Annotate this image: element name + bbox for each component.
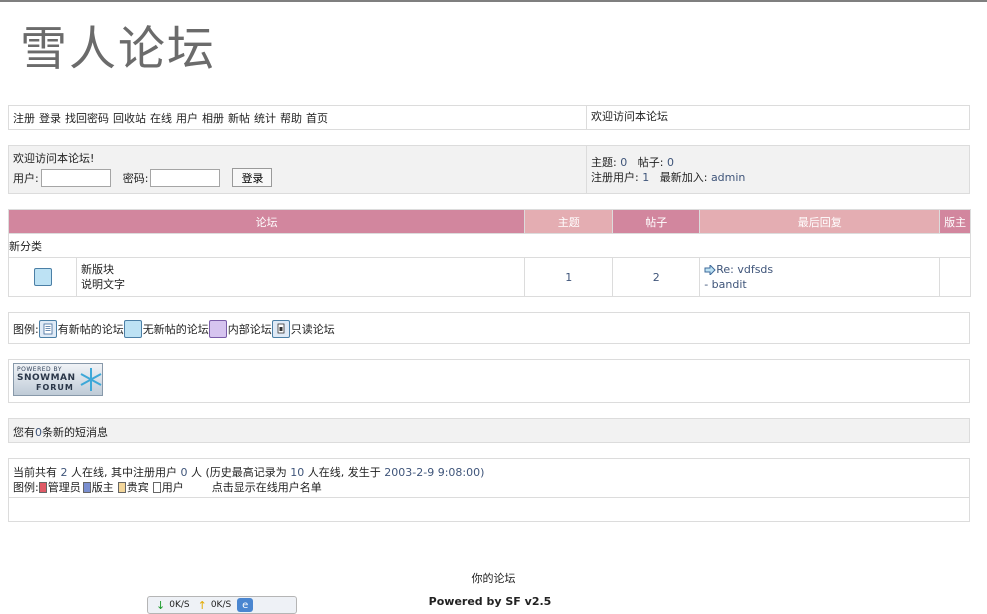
message-suffix-link[interactable]: 条新的短消息 xyxy=(42,426,108,439)
show-online-list-link[interactable]: 点击显示在线用户名单 xyxy=(212,479,322,495)
admin-icon xyxy=(38,481,47,493)
network-speed-widget: ↓ 0K/S ↑ 0K/S e xyxy=(147,596,297,614)
forum-topics-count: 1 xyxy=(524,257,614,297)
posts-count: 0 xyxy=(666,156,674,169)
posts-column-header: 帖子 xyxy=(612,209,701,234)
forum-name-link[interactable]: 新版块 xyxy=(81,262,524,277)
nav-links: 注册 登录 找回密码 回收站 在线 用户 相册 新帖 统计 帮助 首页 xyxy=(13,110,332,126)
arrow-right-icon xyxy=(704,264,716,275)
last-reply-author[interactable]: - bandit xyxy=(704,277,939,292)
login-panel: 欢迎访问本论坛! 用户: 密码: 登录 主题: 0 帖子: 0 注册用户: 1 … xyxy=(8,145,970,194)
registered-users-count: 1 xyxy=(642,171,650,184)
nav-login-link[interactable]: 登录 xyxy=(39,112,61,125)
forum-row: 新版块 说明文字 1 2 Re: vdfsds - bandit xyxy=(8,257,971,297)
nav-statistics-link[interactable]: 统计 xyxy=(254,112,276,125)
legend-readonly-text: 只读论坛 xyxy=(290,323,335,336)
login-welcome: 欢迎访问本论坛! xyxy=(13,152,95,165)
upload-arrow-icon: ↑ xyxy=(197,598,207,612)
snowflake-icon xyxy=(80,368,102,391)
powered-by-snowman-badge[interactable]: POWERED BY SNOWMAN FORUM xyxy=(13,363,103,396)
legend-internal-text: 内部论坛 xyxy=(227,323,272,336)
nav-home-link[interactable]: 首页 xyxy=(306,112,328,125)
online-total: 2 xyxy=(60,466,68,479)
moderator-column-header: 版主 xyxy=(939,209,971,234)
message-count: 0 xyxy=(35,426,42,439)
forum-table: 论坛 主题 帖子 最后回复 版主 新分类 新版块 说明文字 1 2 Re: vd… xyxy=(7,209,971,297)
download-arrow-icon: ↓ xyxy=(156,598,166,612)
site-logo: 雪人论坛 xyxy=(20,22,216,77)
username-label: 用户: xyxy=(13,171,39,185)
user-icon xyxy=(152,481,161,493)
posts-label: 帖子: xyxy=(637,156,664,169)
moderator-icon xyxy=(82,481,91,493)
nav-album-link[interactable]: 相册 xyxy=(202,112,224,125)
password-label: 密码: xyxy=(122,171,149,185)
nav-welcome-text: 欢迎访问本论坛 xyxy=(586,106,668,129)
nav-new-posts-link[interactable]: 新帖 xyxy=(228,112,250,125)
last-reply-cell: Re: vdfsds - bandit xyxy=(699,257,941,297)
no-new-posts-icon xyxy=(33,268,52,286)
topics-count: 0 xyxy=(620,156,628,169)
online-users-panel: 当前共有 2 人在线, 其中注册用户 0 人 (历史最高记录为 10 人在线, … xyxy=(8,458,970,522)
newest-member-label: 最新加入: xyxy=(659,171,708,184)
forum-stats: 主题: 0 帖子: 0 注册用户: 1 最新加入: admin xyxy=(586,146,745,193)
forum-posts-count: 2 xyxy=(612,257,701,297)
forum-table-header: 论坛 主题 帖子 最后回复 版主 xyxy=(7,209,971,234)
legend-label: 图例: xyxy=(13,323,39,336)
readonly-forum-icon xyxy=(271,320,290,338)
forum-moderator-cell xyxy=(939,257,971,297)
powered-badge-box: POWERED BY SNOWMAN FORUM xyxy=(8,359,970,403)
last-reply-link[interactable]: Re: vdfsds xyxy=(716,262,773,277)
topics-label: 主题: xyxy=(591,156,617,169)
legend-new-posts-text: 有新帖的论坛 xyxy=(57,323,124,336)
new-posts-icon xyxy=(38,320,57,338)
login-button[interactable]: 登录 xyxy=(232,168,273,187)
forum-status-cell xyxy=(8,257,77,297)
message-bar: 您有0条新的短消息 xyxy=(8,418,970,443)
username-input[interactable] xyxy=(40,168,111,187)
registered-users-label: 注册用户: xyxy=(591,171,639,184)
browser-icon[interactable]: e xyxy=(237,598,254,612)
newest-member-link[interactable]: admin xyxy=(711,171,745,184)
no-new-posts-icon xyxy=(123,320,142,338)
password-input[interactable] xyxy=(150,168,221,187)
top-border xyxy=(0,0,987,2)
download-speed: 0K/S xyxy=(169,600,190,610)
online-registered: 0 xyxy=(180,466,188,479)
category-name[interactable]: 新分类 xyxy=(8,233,971,258)
online-max: 10 xyxy=(290,466,305,479)
forum-legend: 图例: 有新帖的论坛 无新帖的论坛 内部论坛 只读论坛 xyxy=(8,312,970,344)
nav-recover-password-link[interactable]: 找回密码 xyxy=(65,112,109,125)
nav-recycle-bin-link[interactable]: 回收站 xyxy=(113,112,146,125)
forum-column-header: 论坛 xyxy=(7,209,526,234)
forum-description: 说明文字 xyxy=(81,278,125,291)
legend-no-new-posts-text: 无新帖的论坛 xyxy=(142,323,209,336)
nav-register-link[interactable]: 注册 xyxy=(13,112,35,125)
topics-column-header: 主题 xyxy=(524,209,614,234)
online-legend-label: 图例: xyxy=(13,481,39,494)
message-prefix: 您有 xyxy=(13,426,35,439)
nav-online-link[interactable]: 在线 xyxy=(150,112,172,125)
footer-forum-name: 你的论坛 xyxy=(471,572,516,585)
category-row: 新分类 xyxy=(8,233,971,258)
nav-users-link[interactable]: 用户 xyxy=(176,112,198,125)
online-legend: 图例: 管理员 版主 贵宾 用户 点击显示在线用户名单 xyxy=(13,479,322,495)
internal-forum-icon xyxy=(208,320,227,338)
online-max-date: 2003-2-9 9:08:00 xyxy=(384,466,481,479)
upload-speed: 0K/S xyxy=(210,600,232,610)
nav-bar: 注册 登录 找回密码 回收站 在线 用户 相册 新帖 统计 帮助 首页 欢迎访问本论坛 xyxy=(8,105,970,130)
last-reply-column-header: 最后回复 xyxy=(699,209,941,234)
nav-help-link[interactable]: 帮助 xyxy=(280,112,302,125)
forum-info-cell: 新版块 说明文字 xyxy=(75,257,526,297)
login-form: 用户: 密码: 登录 xyxy=(13,168,273,187)
online-summary: 当前共有 2 人在线, 其中注册用户 0 人 (历史最高记录为 10 人在线, … xyxy=(13,466,485,479)
online-divider xyxy=(9,497,969,498)
vip-icon xyxy=(117,481,126,493)
